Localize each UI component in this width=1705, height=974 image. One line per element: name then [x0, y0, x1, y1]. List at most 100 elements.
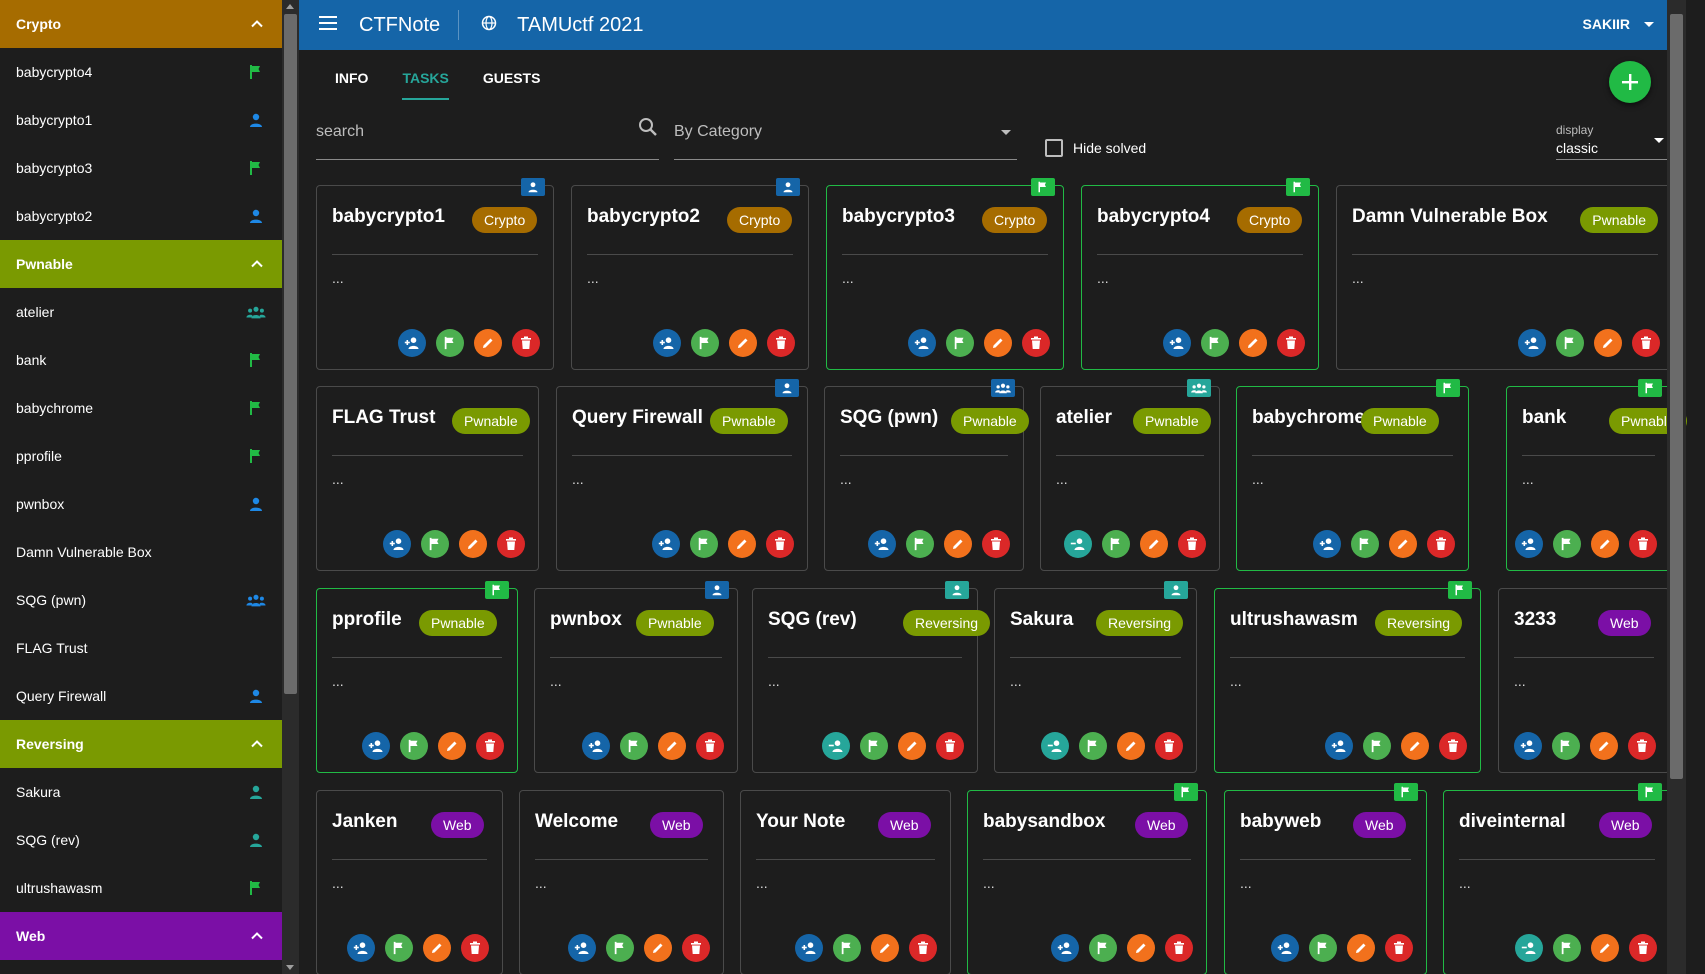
task-title[interactable]: babycrypto1: [332, 206, 445, 228]
delete-button[interactable]: [1632, 329, 1660, 357]
delete-button[interactable]: [982, 530, 1010, 558]
edit-button[interactable]: [1140, 530, 1168, 558]
task-title[interactable]: atelier: [1056, 407, 1112, 429]
solve-button[interactable]: [1079, 732, 1107, 760]
sidebar-task-item[interactable]: atelier: [0, 288, 282, 336]
edit-button[interactable]: [459, 530, 487, 558]
edit-button[interactable]: [1591, 934, 1619, 962]
edit-button[interactable]: [1239, 329, 1267, 357]
task-title[interactable]: pwnbox: [550, 609, 622, 631]
task-card[interactable]: babycrypto2 Crypto...: [571, 178, 809, 370]
task-card[interactable]: SQG (pwn) Pwnable...: [824, 379, 1029, 571]
sidebar-task-item[interactable]: SQG (pwn): [0, 576, 282, 624]
task-title[interactable]: bank: [1522, 407, 1566, 429]
sidebar-category-header[interactable]: Crypto: [0, 0, 282, 48]
remove-person-button[interactable]: [1515, 934, 1543, 962]
solve-button[interactable]: [691, 329, 719, 357]
task-title[interactable]: Welcome: [535, 811, 618, 833]
edit-button[interactable]: [644, 934, 672, 962]
chevron-up-icon[interactable]: [250, 929, 264, 943]
delete-button[interactable]: [476, 732, 504, 760]
solve-button[interactable]: [421, 530, 449, 558]
scroll-up-arrow[interactable]: [286, 4, 294, 9]
delete-button[interactable]: [936, 732, 964, 760]
sidebar-task-item[interactable]: pprofile: [0, 432, 282, 480]
edit-button[interactable]: [1117, 732, 1145, 760]
remove-person-button[interactable]: [1041, 732, 1069, 760]
hide-solved-checkbox[interactable]: Hide solved: [1045, 139, 1146, 157]
menu-icon[interactable]: [319, 15, 339, 36]
solve-button[interactable]: [1556, 329, 1584, 357]
solve-button[interactable]: [860, 732, 888, 760]
task-title[interactable]: FLAG Trust: [332, 407, 435, 429]
task-card[interactable]: babyweb Web...: [1224, 783, 1427, 974]
user-menu[interactable]: SAKIIR: [1583, 16, 1654, 32]
edit-button[interactable]: [728, 530, 756, 558]
delete-button[interactable]: [1385, 934, 1413, 962]
add-person-button[interactable]: [1514, 732, 1542, 760]
add-person-button[interactable]: [908, 329, 936, 357]
scroll-thumb[interactable]: [1670, 14, 1683, 779]
edit-button[interactable]: [474, 329, 502, 357]
sidebar-task-item[interactable]: SQG (rev): [0, 816, 282, 864]
solve-button[interactable]: [1201, 329, 1229, 357]
category-select[interactable]: By Category: [674, 117, 1017, 160]
task-card[interactable]: Damn Vulnerable Box Pwnable...: [1336, 185, 1674, 370]
edit-button[interactable]: [871, 934, 899, 962]
edit-button[interactable]: [1347, 934, 1375, 962]
sidebar-task-item[interactable]: Sakura: [0, 768, 282, 816]
main-scrollbar[interactable]: [1667, 0, 1686, 974]
delete-button[interactable]: [512, 329, 540, 357]
task-title[interactable]: diveinternal: [1459, 811, 1566, 833]
delete-button[interactable]: [909, 934, 937, 962]
task-title[interactable]: pprofile: [332, 609, 402, 631]
task-card[interactable]: babycrypto1 Crypto...: [316, 178, 554, 370]
task-card[interactable]: babycrypto4 Crypto...: [1081, 178, 1319, 370]
task-title[interactable]: SQG (pwn): [840, 407, 938, 429]
add-person-button[interactable]: [398, 329, 426, 357]
task-title[interactable]: Damn Vulnerable Box: [1352, 206, 1548, 228]
task-card[interactable]: Sakura Reversing...: [994, 581, 1197, 773]
solve-button[interactable]: [436, 329, 464, 357]
add-person-button[interactable]: [1313, 530, 1341, 558]
delete-button[interactable]: [766, 530, 794, 558]
delete-button[interactable]: [1427, 530, 1455, 558]
task-card[interactable]: bank Pwnable...: [1506, 379, 1687, 571]
solve-button[interactable]: [620, 732, 648, 760]
sidebar-task-item[interactable]: pwnbox: [0, 480, 282, 528]
delete-button[interactable]: [1165, 934, 1193, 962]
delete-button[interactable]: [1155, 732, 1183, 760]
task-title[interactable]: SQG (rev): [768, 609, 857, 631]
add-person-button[interactable]: [653, 329, 681, 357]
task-card[interactable]: Welcome Web...: [519, 790, 724, 974]
tab-info[interactable]: INFO: [335, 70, 368, 100]
task-card[interactable]: 3233 Web...: [1498, 588, 1670, 773]
sidebar-task-item[interactable]: babycrypto3: [0, 144, 282, 192]
sidebar-task-item[interactable]: babycrypto1: [0, 96, 282, 144]
edit-button[interactable]: [1401, 732, 1429, 760]
task-title[interactable]: Your Note: [756, 811, 845, 833]
solve-button[interactable]: [690, 530, 718, 558]
solve-button[interactable]: [1552, 732, 1580, 760]
edit-button[interactable]: [944, 530, 972, 558]
edit-button[interactable]: [423, 934, 451, 962]
sidebar-task-item[interactable]: bank: [0, 336, 282, 384]
task-card[interactable]: SQG (rev) Reversing...: [752, 581, 991, 773]
add-person-button[interactable]: [1163, 329, 1191, 357]
edit-button[interactable]: [898, 732, 926, 760]
task-card[interactable]: Your Note Web...: [740, 790, 951, 974]
solve-button[interactable]: [1089, 934, 1117, 962]
task-title[interactable]: babycrypto4: [1097, 206, 1210, 228]
task-card[interactable]: atelier Pwnable...: [1040, 379, 1220, 571]
task-title[interactable]: babycrypto3: [842, 206, 955, 228]
task-title[interactable]: Sakura: [1010, 609, 1073, 631]
solve-button[interactable]: [906, 530, 934, 558]
delete-button[interactable]: [1629, 530, 1657, 558]
task-card[interactable]: babysandbox Web...: [967, 783, 1207, 974]
add-person-button[interactable]: [1325, 732, 1353, 760]
solve-button[interactable]: [833, 934, 861, 962]
solve-button[interactable]: [606, 934, 634, 962]
add-person-button[interactable]: [868, 530, 896, 558]
add-person-button[interactable]: [582, 732, 610, 760]
add-task-button[interactable]: [1609, 61, 1651, 103]
